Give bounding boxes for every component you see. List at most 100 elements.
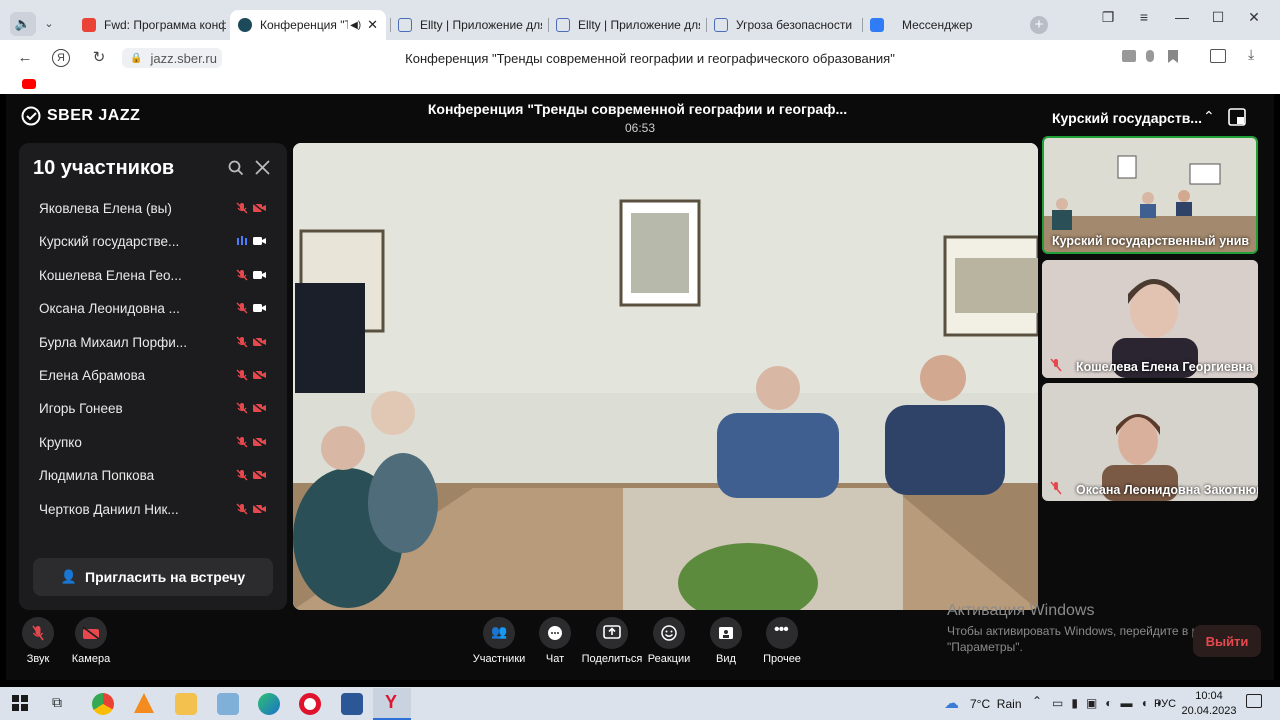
leave-button[interactable]: Выйти: [1193, 625, 1261, 657]
participant-row[interactable]: Яковлева Елена (вы): [39, 199, 279, 219]
notepad-icon[interactable]: [217, 693, 239, 715]
activation-line2: "Параметры".: [947, 640, 1023, 654]
new-tab-button[interactable]: +: [1030, 16, 1048, 34]
clock-time[interactable]: 10:04: [1186, 690, 1232, 702]
participant-name: Оксана Леонидовна ...: [39, 301, 180, 317]
language-indicator[interactable]: РУС: [1154, 698, 1176, 710]
video-thumbnail[interactable]: Оксана Леонидовна Закотнюк: [1042, 383, 1258, 501]
view-layout-icon: [719, 627, 733, 639]
tab-messenger[interactable]: Мессенджер: [862, 10, 1012, 40]
more-label: Прочее: [763, 653, 801, 665]
weather-icon[interactable]: ☁: [944, 694, 959, 712]
tab-ellty-2[interactable]: Ellty | Приложение для: [548, 10, 700, 40]
participant-name: Кошелева Елена Гео...: [39, 267, 182, 283]
more-button[interactable]: •••: [766, 617, 798, 649]
close-icon[interactable]: [255, 160, 270, 175]
mic-off-icon: [236, 269, 248, 281]
participant-row[interactable]: Бурла Михаил Порфи...: [39, 333, 279, 353]
sound-toggle-button[interactable]: [22, 617, 54, 649]
share-button[interactable]: [596, 617, 628, 649]
mic-permission-icon[interactable]: [1146, 50, 1154, 62]
chat-icon: [548, 626, 562, 640]
chrome-icon[interactable]: [92, 693, 114, 715]
search-icon[interactable]: [228, 160, 244, 176]
audio-tab-button[interactable]: 🔈: [10, 12, 36, 36]
collections-icon[interactable]: ❐: [1094, 6, 1122, 28]
participants-button[interactable]: 👥: [483, 617, 515, 649]
participant-name: Елена Абрамова: [39, 368, 146, 383]
word-icon[interactable]: [341, 693, 363, 715]
video-thumbnail[interactable]: Курский государственный унив: [1042, 136, 1258, 254]
view-button[interactable]: [710, 617, 742, 649]
vlc-icon[interactable]: [134, 693, 156, 715]
participant-row[interactable]: Чертков Даниил Ник...: [39, 500, 279, 520]
download-icon[interactable]: ⤓: [1248, 46, 1254, 63]
tabs-dropdown-icon[interactable]: ⌄: [38, 12, 60, 36]
opera-icon[interactable]: [299, 693, 321, 715]
windows-start-icon[interactable]: [12, 695, 28, 711]
url-field[interactable]: 🔒 jazz.sber.ru: [122, 48, 222, 68]
thumbnail-label: Оксана Леонидовна Закотнюк: [1076, 483, 1258, 497]
mic-off-icon: [32, 625, 44, 641]
video-thumbnail[interactable]: Кошелева Елена Георгиевна: [1042, 260, 1258, 378]
mic-off-icon: [236, 369, 248, 381]
participant-row[interactable]: Крупко: [39, 433, 279, 453]
conference-room-scene: [293, 143, 1038, 610]
camera-toggle-button[interactable]: [75, 617, 107, 649]
tab-security-threat[interactable]: Угроза безопасности: [706, 10, 856, 40]
camera-off-icon: [253, 503, 266, 515]
mic-off-icon: [1050, 358, 1062, 372]
menu-icon[interactable]: ≡: [1130, 6, 1158, 28]
minimize-button[interactable]: —: [1168, 6, 1196, 28]
task-view-icon[interactable]: ⧉: [52, 694, 62, 711]
participant-row[interactable]: Кошелева Елена Гео...: [39, 266, 279, 286]
participant-row[interactable]: Людмила Попкова: [39, 466, 279, 486]
clock-date[interactable]: 20.04.2023: [1180, 705, 1238, 717]
mic-off-icon: [236, 302, 248, 314]
participant-row[interactable]: Оксана Леонидовна ...: [39, 299, 279, 319]
speaker-view-title[interactable]: Курский государств...: [1052, 110, 1202, 126]
weather-text[interactable]: 7°C Rain: [970, 697, 1022, 711]
reactions-button[interactable]: [653, 617, 685, 649]
participant-row[interactable]: Елена Абрамова: [39, 366, 279, 386]
back-button[interactable]: ←: [14, 47, 36, 69]
youtube-bookmark-icon[interactable]: [22, 79, 36, 89]
close-window-button[interactable]: ✕: [1240, 6, 1268, 28]
pip-toggle-icon[interactable]: [1228, 108, 1246, 126]
tab-conference[interactable]: Конференция "Трен ◀) ✕: [230, 10, 386, 40]
chat-button[interactable]: [539, 617, 571, 649]
edge-icon[interactable]: [258, 693, 280, 715]
participant-name: Крупко: [39, 434, 82, 450]
tab-gmail[interactable]: Fwd: Программа конфе: [74, 10, 226, 40]
speaking-indicator-icon: [237, 236, 247, 246]
maximize-button[interactable]: ☐: [1204, 6, 1232, 28]
yandex-icon[interactable]: Я: [52, 49, 70, 67]
mic-off-icon: [1050, 481, 1062, 495]
gmail-icon: [82, 18, 96, 32]
participant-row[interactable]: Курский государстве...: [39, 232, 279, 252]
tab-ellty-1[interactable]: Ellty | Приложение для: [390, 10, 542, 40]
extensions-icon[interactable]: [1210, 49, 1226, 63]
share-screen-icon: [603, 625, 621, 639]
sberjazz-favicon: [238, 18, 252, 32]
browser-tab-strip: 🔈 ⌄ Fwd: Программа конфе Конференция "Тр…: [0, 0, 1280, 40]
yandex-browser-taskbar-icon[interactable]: Y: [373, 688, 411, 720]
reload-button[interactable]: ↻: [88, 47, 110, 69]
smile-icon: [661, 625, 677, 641]
bookmarks-bar: [0, 76, 1280, 94]
chevron-up-icon[interactable]: ⌃: [1203, 108, 1215, 125]
tray-chevron-icon[interactable]: ⌃: [1032, 694, 1042, 708]
camera-off-icon: [253, 469, 266, 481]
mic-off-icon: [236, 202, 248, 214]
camera-off-icon: [82, 626, 100, 640]
file-explorer-icon[interactable]: [175, 693, 197, 715]
participant-row[interactable]: Игорь Гонеев: [39, 399, 279, 419]
thumbnail-label: Курский государственный унив: [1052, 234, 1250, 248]
notifications-icon[interactable]: [1246, 694, 1262, 708]
participant-name: Курский государстве...: [39, 234, 180, 250]
camera-permission-icon[interactable]: [1122, 50, 1136, 62]
invite-button[interactable]: 👤 Пригласить на встречу: [33, 558, 273, 596]
more-dots-icon: •••: [774, 621, 789, 638]
main-video[interactable]: [293, 143, 1038, 610]
tab-close-icon[interactable]: ✕: [367, 17, 378, 33]
